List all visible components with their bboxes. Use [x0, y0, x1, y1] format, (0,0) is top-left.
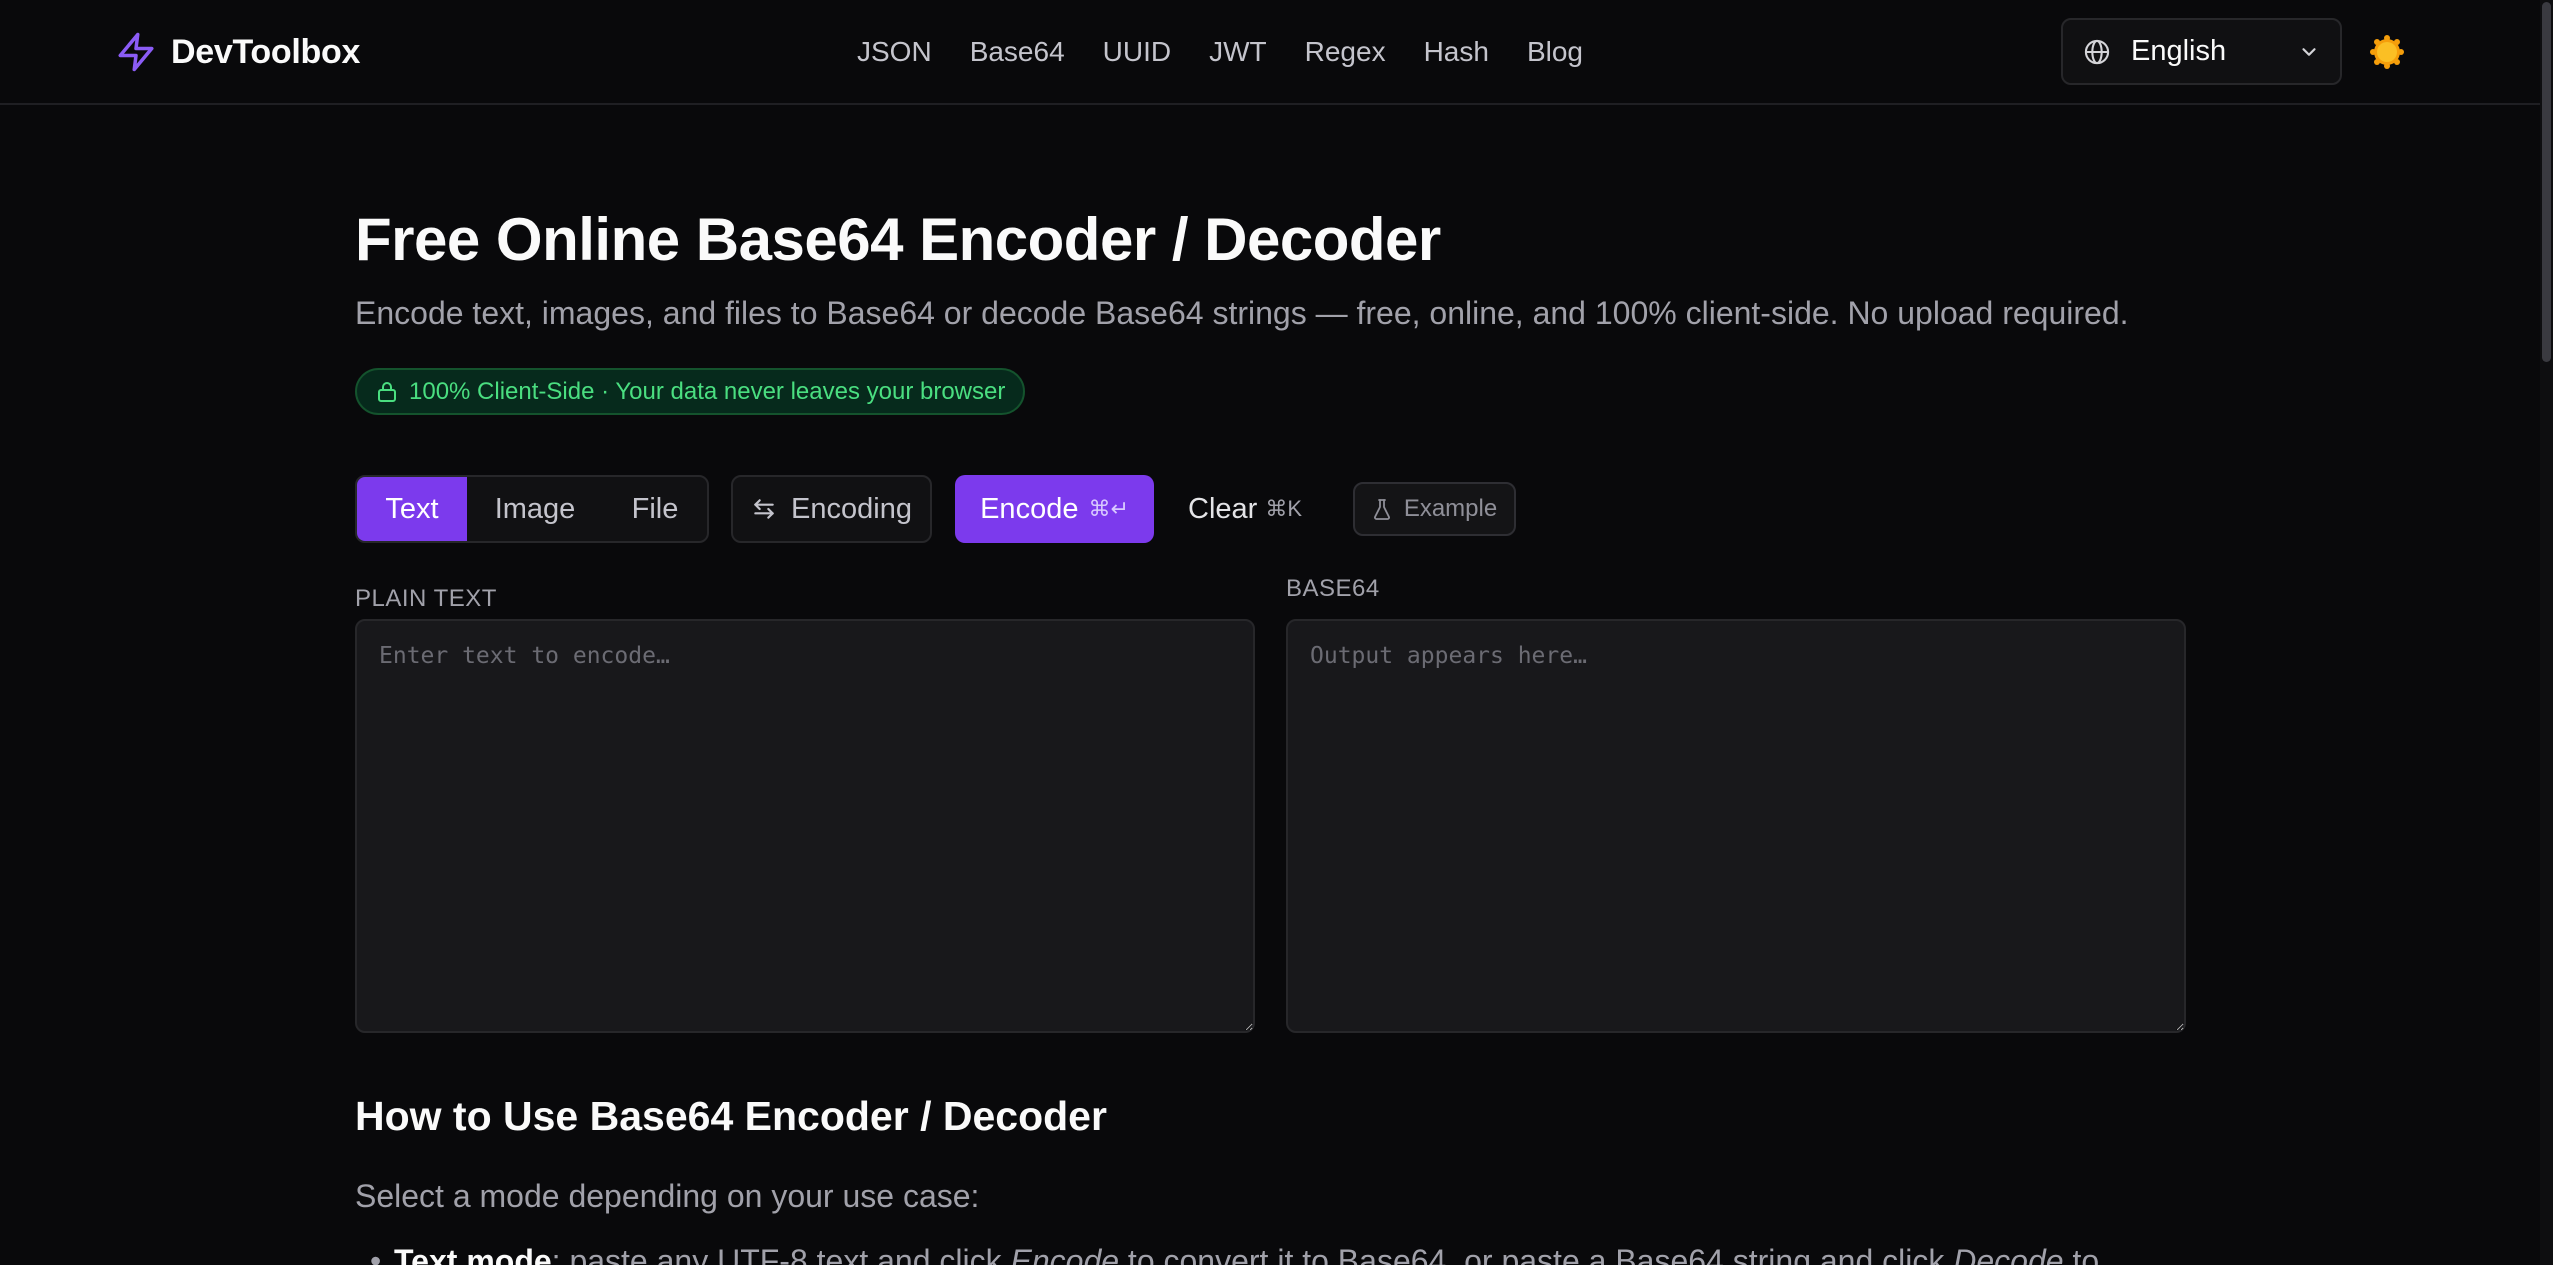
client-side-badge-text: 100% Client-Side · Your data never leave… [409, 377, 1006, 405]
lock-icon [378, 381, 396, 402]
clear-shortcut-hint: ⌘K [1265, 496, 1302, 521]
language-select[interactable]: English [2061, 18, 2342, 85]
howto-item-em-decode: Decode [1953, 1243, 2064, 1265]
nav-link-jwt[interactable]: JWT [1209, 36, 1267, 68]
brand-logo-link[interactable]: DevToolbox [115, 28, 360, 76]
howto-intro: Select a mode depending on your use case… [355, 1178, 980, 1214]
main-nav: JSON Base64 UUID JWT Regex Hash Blog [857, 30, 1583, 74]
scrollbar-thumb[interactable] [2542, 2, 2551, 362]
language-select-value: English [2131, 35, 2227, 67]
theme-toggle-button[interactable] [2369, 34, 2405, 70]
encoding-toggle-label: Encoding [791, 492, 912, 525]
example-button-label: Example [1403, 495, 1498, 522]
howto-heading: How to Use Base64 Encoder / Decoder [355, 1093, 1107, 1139]
nav-link-hash[interactable]: Hash [1424, 36, 1489, 68]
plain-text-input[interactable] [355, 619, 1255, 1033]
mode-segmented-control: Text Image File [355, 475, 709, 543]
howto-item-text: : paste any UTF-8 text and click [551, 1243, 1011, 1265]
clear-button[interactable]: Clear ⌘K [1180, 475, 1310, 543]
client-side-badge: 100% Client-Side · Your data never leave… [355, 368, 1026, 415]
nav-link-blog[interactable]: Blog [1527, 36, 1583, 68]
mode-tab-image[interactable]: Image [467, 477, 603, 541]
base64-output[interactable] [1286, 619, 2186, 1033]
page-scrollbar[interactable] [2540, 0, 2553, 1265]
lightning-bolt-icon [118, 32, 154, 72]
top-navbar: DevToolbox JSON Base64 UUID JWT Regex Ha… [0, 0, 2553, 105]
howto-item-text: to [2063, 1243, 2100, 1265]
input-pane-label: PLAIN TEXT [355, 585, 497, 612]
encode-button[interactable]: Encode ⌘↵ [955, 475, 1154, 543]
clear-button-label: Clear [1188, 492, 1258, 525]
howto-list-item: • Text mode: paste any UTF-8 text and cli… [370, 1243, 2170, 1265]
encode-shortcut-hint: ⌘↵ [1088, 496, 1129, 521]
encoding-toggle-button[interactable]: Encoding [731, 475, 932, 543]
page-title: Free Online Base64 Encoder / Decoder [355, 206, 1441, 273]
mode-tab-file[interactable]: File [603, 477, 707, 541]
swap-arrows-icon [754, 499, 774, 519]
chevron-down-icon [2302, 47, 2316, 56]
page-subtitle: Encode text, images, and files to Base64… [355, 295, 2129, 331]
howto-item-bold: Text mode [394, 1243, 552, 1265]
mode-tab-text[interactable]: Text [357, 477, 467, 541]
howto-item-text: to convert it to Base64, or paste a Base… [1119, 1243, 1954, 1265]
sun-icon [2370, 35, 2404, 69]
globe-icon [2084, 39, 2110, 64]
flask-icon [1373, 499, 1390, 520]
nav-link-base64[interactable]: Base64 [970, 36, 1065, 68]
nav-link-regex[interactable]: Regex [1305, 36, 1386, 68]
howto-item-em-encode: Encode [1010, 1243, 1120, 1265]
nav-link-uuid[interactable]: UUID [1103, 36, 1171, 68]
nav-link-json[interactable]: JSON [857, 36, 932, 68]
encode-button-label: Encode [980, 492, 1079, 525]
brand-name: DevToolbox [171, 32, 361, 71]
example-button[interactable]: Example [1353, 482, 1516, 536]
output-pane-label: BASE64 [1286, 575, 1380, 602]
bullet-icon: • [370, 1243, 382, 1265]
